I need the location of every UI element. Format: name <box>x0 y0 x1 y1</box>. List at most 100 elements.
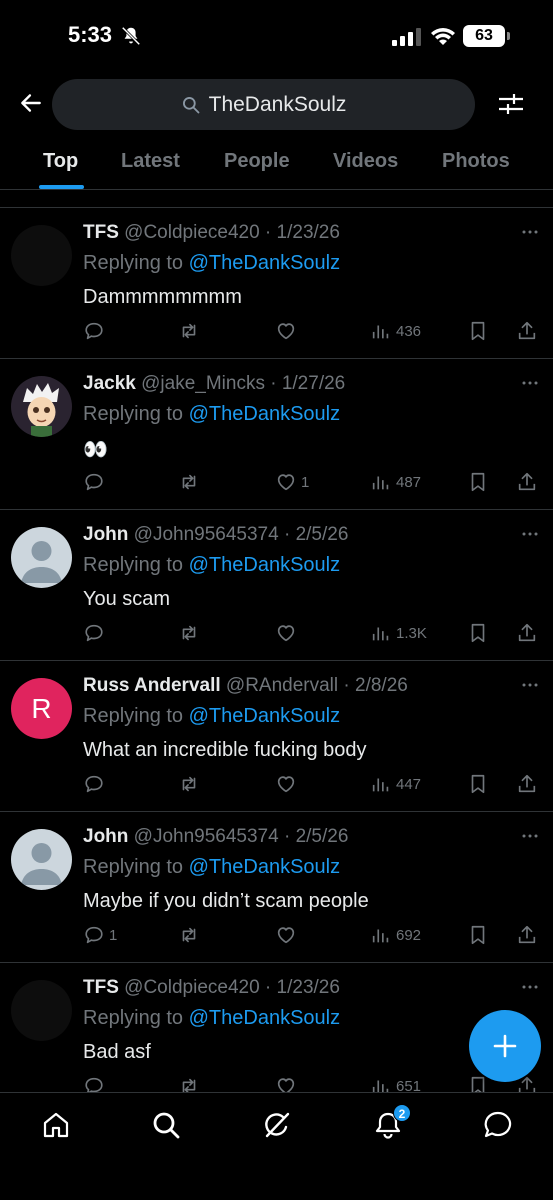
tweet-text: What an incredible fucking body <box>83 739 367 761</box>
more-options-icon[interactable] <box>520 373 540 393</box>
tweet-header: Russ Andervall @RAndervall · 2/8/26 <box>83 675 408 697</box>
grok-icon[interactable] <box>261 1109 293 1141</box>
like-button[interactable] <box>275 319 301 343</box>
views-button[interactable]: 692 <box>370 923 421 947</box>
tweet-header: John @John95645374 · 2/5/26 <box>83 524 348 546</box>
tab-photos[interactable]: Photos <box>442 150 510 173</box>
retweet-button[interactable] <box>178 621 200 645</box>
more-options-icon[interactable] <box>520 977 540 997</box>
search-nav-icon[interactable] <box>150 1109 182 1141</box>
like-button[interactable] <box>275 621 301 645</box>
retweet-button[interactable] <box>178 319 200 343</box>
author-name[interactable]: John <box>83 524 128 545</box>
like-heart-icon <box>277 776 295 793</box>
tweet-text: 👀 <box>83 439 108 461</box>
replying-to-label: Replying to <box>83 403 184 425</box>
more-options-icon[interactable] <box>520 675 540 695</box>
views-button[interactable]: 1.3K <box>370 621 427 645</box>
reply-count: 1 <box>109 926 118 944</box>
tweet-item[interactable]: Jackk @jake_Mincks · 1/27/26 Replying to … <box>0 359 553 510</box>
tweet-item[interactable]: TFS @Coldpiece420 · 1/23/26 Replying to @… <box>0 208 553 359</box>
author-name[interactable]: John <box>83 826 128 847</box>
replying-to-handle[interactable]: @TheDankSoulz <box>189 554 340 576</box>
avatar[interactable] <box>11 980 72 1041</box>
reply-button[interactable] <box>83 772 109 796</box>
tweet-item[interactable]: John @John95645374 · 2/5/26 Replying to @… <box>0 812 553 963</box>
replying-to-handle[interactable]: @TheDankSoulz <box>189 856 340 878</box>
author-handle-date: @RAndervall · 2/8/26 <box>225 675 408 696</box>
avatar[interactable]: R <box>11 678 72 739</box>
view-count: 447 <box>396 775 422 793</box>
avatar[interactable] <box>11 376 72 437</box>
retweet-button[interactable] <box>178 923 200 947</box>
views-button[interactable]: 487 <box>370 470 421 494</box>
reply-button[interactable] <box>83 319 109 343</box>
replying-to-label: Replying to <box>83 856 184 878</box>
more-options-icon[interactable] <box>520 222 540 242</box>
more-options-icon[interactable] <box>520 826 540 846</box>
retweet-icon <box>182 625 196 641</box>
compose-button[interactable] <box>469 1010 541 1082</box>
retweet-button[interactable] <box>178 470 200 494</box>
tweet-actions: 1 692 <box>0 923 553 947</box>
share-button[interactable] <box>516 772 538 796</box>
share-button[interactable] <box>516 923 538 947</box>
bookmark-button[interactable] <box>467 923 489 947</box>
replying-to-handle[interactable]: @TheDankSoulz <box>189 403 340 425</box>
author-name[interactable]: Russ Andervall <box>83 675 221 696</box>
reply-button[interactable] <box>83 470 109 494</box>
share-button[interactable] <box>516 470 538 494</box>
bookmark-button[interactable] <box>467 470 489 494</box>
replying-to-label: Replying to <box>83 554 184 576</box>
bookmark-button[interactable] <box>467 772 489 796</box>
avatar[interactable] <box>11 829 72 890</box>
views-chart-icon <box>372 778 389 792</box>
like-button[interactable] <box>275 772 301 796</box>
bookmark-button[interactable] <box>467 319 489 343</box>
tweet-item[interactable]: R Russ Andervall @RAndervall · 2/8/26 Repl… <box>0 661 553 812</box>
author-handle-date: @Coldpiece420 · 1/23/26 <box>124 222 340 243</box>
tab-videos[interactable]: Videos <box>333 150 398 173</box>
messages-icon[interactable] <box>482 1109 514 1141</box>
replying-to-handle[interactable]: @TheDankSoulz <box>189 705 340 727</box>
retweet-button[interactable] <box>178 772 200 796</box>
author-name[interactable]: TFS <box>83 977 119 998</box>
like-button[interactable] <box>275 923 301 947</box>
share-icon <box>518 925 536 944</box>
reply-button[interactable] <box>83 621 109 645</box>
author-name[interactable]: TFS <box>83 222 119 243</box>
avatar[interactable] <box>11 527 72 588</box>
views-button[interactable]: 447 <box>370 772 421 796</box>
default-user-icon <box>21 541 62 583</box>
share-button[interactable] <box>516 319 538 343</box>
home-icon[interactable] <box>40 1109 72 1141</box>
reply-button[interactable]: 1 <box>83 923 117 947</box>
share-button[interactable] <box>516 621 538 645</box>
like-count: 1 <box>301 473 310 491</box>
tab-top[interactable]: Top <box>43 150 78 173</box>
views-button[interactable]: 436 <box>370 319 421 343</box>
back-arrow-icon[interactable] <box>18 90 44 116</box>
reply-icon <box>85 926 103 944</box>
replying-to: Replying to @TheDankSoulz <box>83 705 340 728</box>
default-user-icon <box>21 843 62 885</box>
tab-people[interactable]: People <box>224 150 290 173</box>
avatar[interactable] <box>11 225 72 286</box>
more-options-icon[interactable] <box>520 524 540 544</box>
search-bar[interactable]: TheDankSoulz <box>52 79 475 130</box>
replying-to-handle[interactable]: @TheDankSoulz <box>189 1007 340 1029</box>
like-button[interactable]: 1 <box>275 470 309 494</box>
search-query: TheDankSoulz <box>208 92 347 116</box>
replying-to-handle[interactable]: @TheDankSoulz <box>189 252 340 274</box>
tab-latest[interactable]: Latest <box>121 150 180 173</box>
share-icon <box>518 321 536 340</box>
author-name[interactable]: Jackk <box>83 373 136 394</box>
bookmark-button[interactable] <box>467 621 489 645</box>
retweet-icon <box>182 474 196 490</box>
author-handle-date: @Coldpiece420 · 1/23/26 <box>124 977 340 998</box>
tweet-item[interactable]: John @John95645374 · 2/5/26 Replying to @… <box>0 510 553 661</box>
reply-icon <box>85 473 103 491</box>
filter-settings-icon[interactable] <box>497 90 525 118</box>
cartoon-avatar-icon <box>23 383 59 437</box>
tweet-header: TFS @Coldpiece420 · 1/23/26 <box>83 222 340 244</box>
